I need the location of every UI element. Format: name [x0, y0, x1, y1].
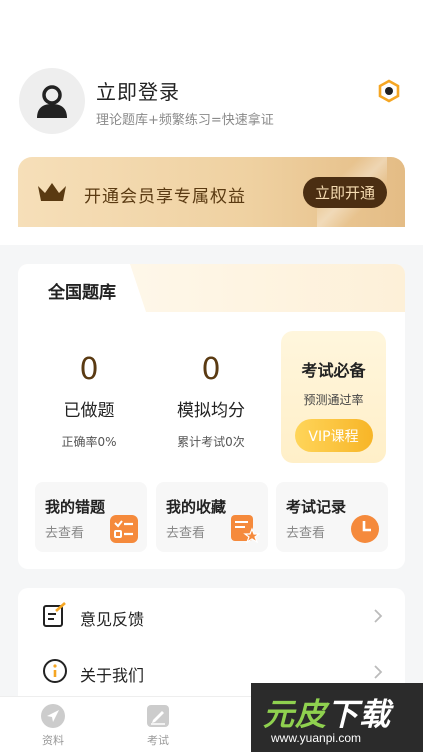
wrong-list-icon: [110, 515, 138, 543]
tab-label[interactable]: 全国题库: [48, 278, 116, 303]
menu-item-feedback[interactable]: 意见反馈: [18, 588, 405, 644]
stat-mock-score[interactable]: 0 模拟均分 累计考试0次: [151, 352, 271, 450]
menu-label: 关于我们: [80, 666, 145, 685]
question-bank-card: 全国题库 0 已做题 正确率0% 0 模拟均分 累计考试0次 考试必备 预测通过…: [18, 264, 405, 569]
crown-icon: [38, 183, 66, 201]
stat-mock-sub: 累计考试0次: [177, 435, 245, 449]
nav-materials[interactable]: 资料: [23, 703, 83, 748]
watermark-url: www.yuanpi.com: [271, 731, 362, 745]
watermark-text-white: 下载: [327, 697, 391, 733]
wrong-questions-card[interactable]: 我的错题 去查看: [35, 482, 147, 552]
stat-done-value: 0: [79, 352, 99, 387]
exam-card-title: 考试必备: [301, 361, 366, 380]
gear-icon: [378, 79, 400, 103]
stat-mock-label: 模拟均分: [177, 401, 245, 421]
vip-banner[interactable]: 开通会员享专属权益 立即开通: [18, 157, 405, 227]
feedback-icon: [43, 602, 66, 627]
exam-icon: [147, 705, 169, 727]
watermark: 元皮下载 www.yuanpi.com: [251, 683, 423, 752]
favorites-card[interactable]: 我的收藏 去查看: [156, 482, 268, 552]
chevron-right-icon: [374, 609, 383, 623]
clock-icon: [351, 515, 379, 543]
login-title[interactable]: 立即登录: [96, 76, 180, 105]
exam-records-card[interactable]: 考试记录 去查看: [276, 482, 388, 552]
open-vip-button[interactable]: 立即开通: [303, 177, 387, 208]
nav-label: 资料: [42, 734, 64, 747]
watermark-text-green: 元皮: [263, 697, 327, 733]
exam-card-subtitle: 预测通过率: [303, 393, 364, 407]
stat-done[interactable]: 0 已做题 正确率0%: [29, 352, 149, 450]
settings-button[interactable]: [377, 79, 401, 103]
avatar[interactable]: [19, 68, 85, 134]
qcard-sub: 去查看: [45, 526, 85, 541]
login-subtitle: 理论题库+频繁练习=快速拿证: [96, 113, 274, 128]
favorites-icon: [231, 515, 260, 544]
compass-icon: [41, 704, 65, 728]
stat-done-label: 已做题: [63, 401, 115, 421]
nav-label: 考试: [147, 734, 169, 747]
exam-essentials-card[interactable]: 考试必备 预测通过率 VIP课程: [281, 331, 386, 463]
user-icon: [37, 85, 67, 118]
nav-exam[interactable]: 考试: [128, 703, 188, 748]
qcard-sub: 去查看: [166, 526, 206, 541]
watermark-logo: 元皮下载: [263, 689, 391, 734]
stat-mock-value: 0: [201, 352, 221, 387]
vip-course-button[interactable]: VIP课程: [294, 419, 373, 452]
qcard-sub: 去查看: [286, 526, 326, 541]
qcard-title: 我的错题: [45, 498, 106, 516]
chevron-right-icon: [374, 665, 383, 679]
vip-banner-text: 开通会员享专属权益: [84, 187, 246, 207]
info-icon: [43, 659, 67, 683]
qcard-title: 我的收藏: [166, 498, 227, 516]
menu-label: 意见反馈: [80, 610, 145, 629]
qcard-title: 考试记录: [286, 498, 347, 516]
stat-done-sub: 正确率0%: [61, 435, 117, 449]
